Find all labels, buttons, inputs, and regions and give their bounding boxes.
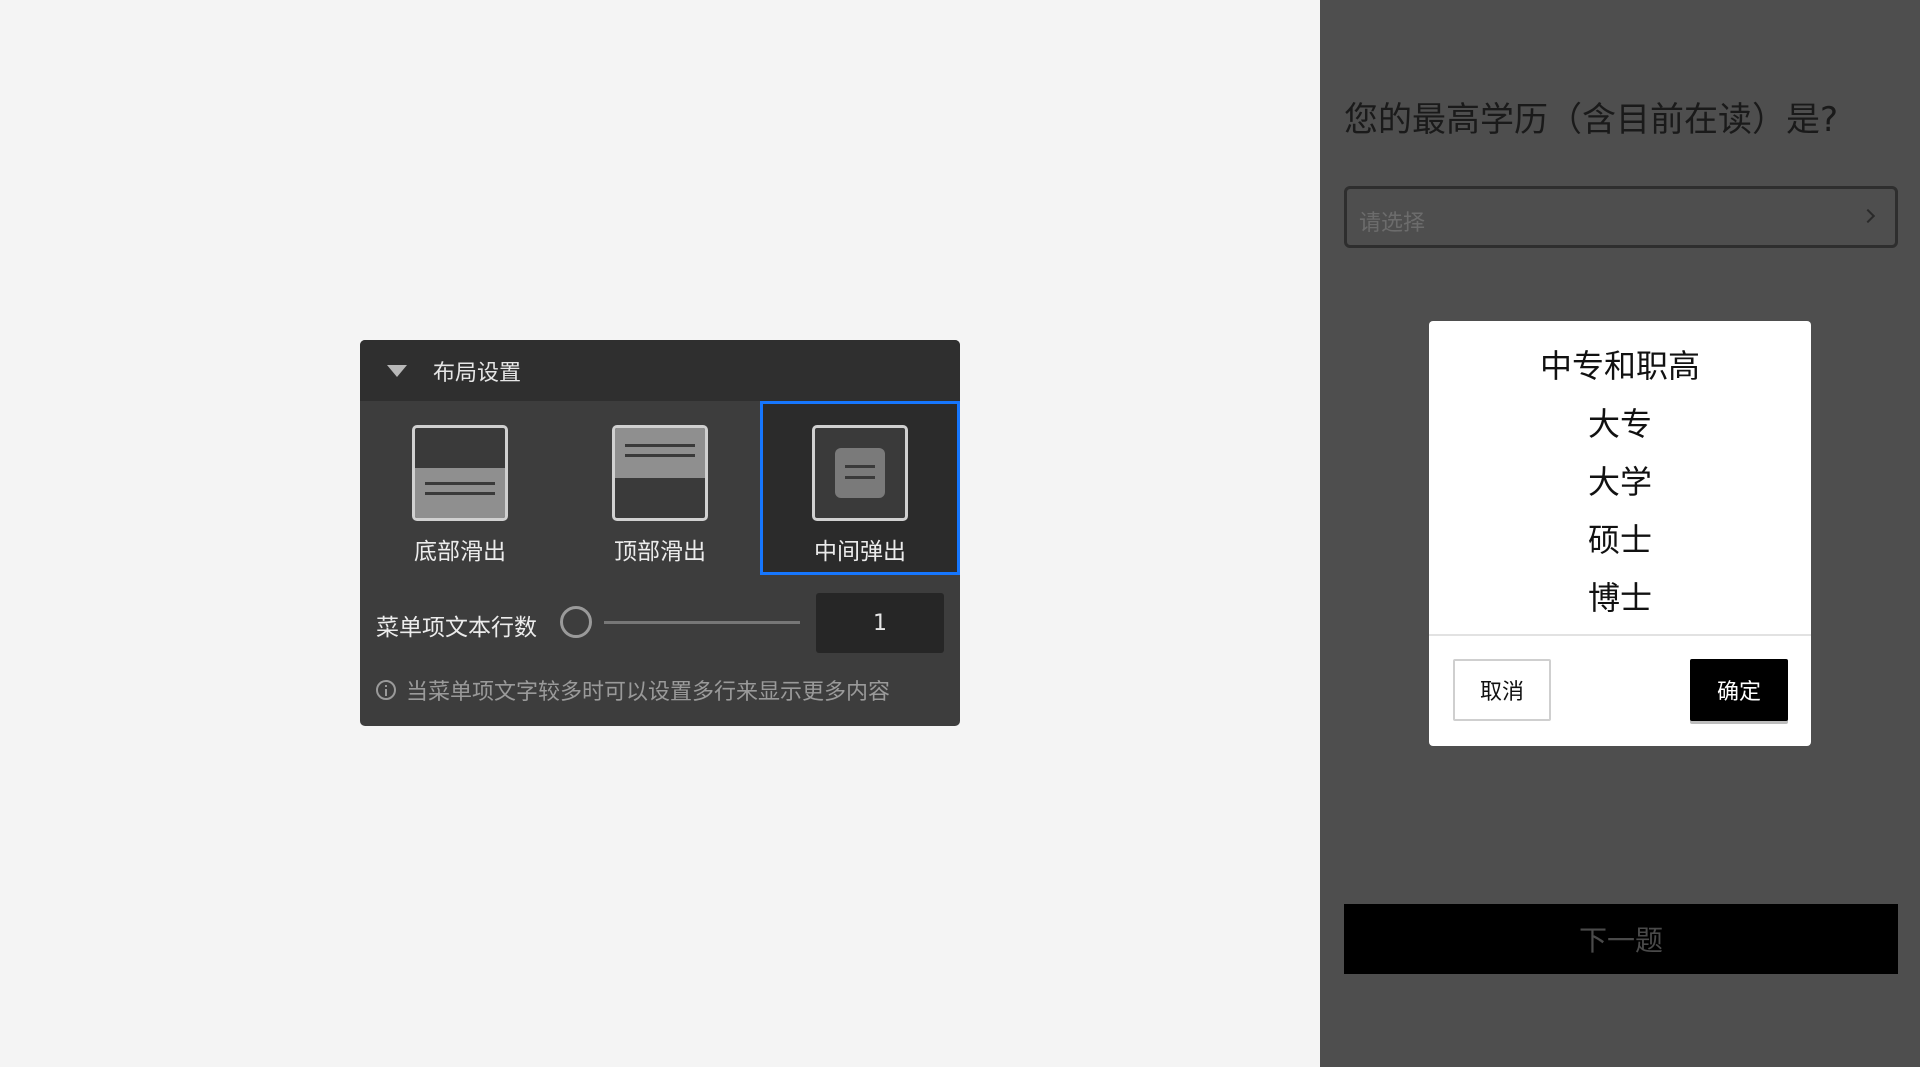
picker-modal: 中专和职高 大专 大学 硕士 博士 取消 确定 <box>1429 321 1811 746</box>
picker-option[interactable]: 大专 <box>1429 395 1811 453</box>
menu-lines-slider-track[interactable] <box>604 621 800 624</box>
hint-text: 当菜单项文字较多时可以设置多行来显示更多内容 <box>406 680 891 705</box>
collapse-triangle-icon[interactable] <box>387 364 407 377</box>
next-question-button[interactable]: 下一题 <box>1344 904 1898 974</box>
menu-lines-input[interactable]: 1 <box>816 593 944 653</box>
menu-lines-row: 菜单项文本行数 1 <box>360 592 960 654</box>
layout-option-bottom-slide[interactable]: 底部滑出 <box>360 401 560 575</box>
select-placeholder: 请选择 <box>1359 211 1426 236</box>
layout-option-center-popup[interactable]: 中间弹出 <box>760 401 960 575</box>
cancel-button[interactable]: 取消 <box>1453 659 1551 721</box>
layout-option-label: 中间弹出 <box>814 539 906 565</box>
menu-lines-label: 菜单项文本行数 <box>376 615 537 641</box>
layout-option-label: 顶部滑出 <box>614 539 706 565</box>
picker-option[interactable]: 大学 <box>1429 453 1811 511</box>
picker-option-list: 中专和职高 大专 大学 硕士 博士 <box>1429 337 1811 627</box>
modal-divider <box>1429 634 1811 636</box>
picker-option[interactable]: 博士 <box>1429 569 1811 627</box>
panel-header[interactable]: 布局设置 <box>360 340 960 401</box>
chevron-right-icon <box>1860 208 1876 224</box>
confirm-button[interactable]: 确定 <box>1690 659 1788 721</box>
bottom-slide-icon <box>412 425 508 521</box>
mobile-preview: 您的最高学历（含目前在读）是? 请选择 中专和职高 大专 大学 硕士 博士 取消… <box>1320 0 1920 1067</box>
layout-option-label: 底部滑出 <box>414 539 506 565</box>
info-icon <box>376 680 396 700</box>
layout-settings-panel: 布局设置 底部滑出 顶部滑出 中间弹出 菜单项文本行数 1 当菜单项文字较多时可… <box>360 340 960 726</box>
center-popup-icon <box>812 425 908 521</box>
picker-option[interactable]: 硕士 <box>1429 511 1811 569</box>
panel-title: 布局设置 <box>433 360 522 386</box>
education-select[interactable]: 请选择 <box>1344 186 1898 248</box>
hint-row: 当菜单项文字较多时可以设置多行来显示更多内容 <box>376 674 890 706</box>
layout-option-top-slide[interactable]: 顶部滑出 <box>560 401 760 575</box>
stage: 布局设置 底部滑出 顶部滑出 中间弹出 菜单项文本行数 1 当菜单项文字较多时可… <box>0 0 1920 1067</box>
top-slide-icon <box>612 425 708 521</box>
menu-lines-slider-handle[interactable] <box>560 606 592 638</box>
picker-option[interactable]: 中专和职高 <box>1429 337 1811 395</box>
question-title: 您的最高学历（含目前在读）是? <box>1344 100 1839 140</box>
